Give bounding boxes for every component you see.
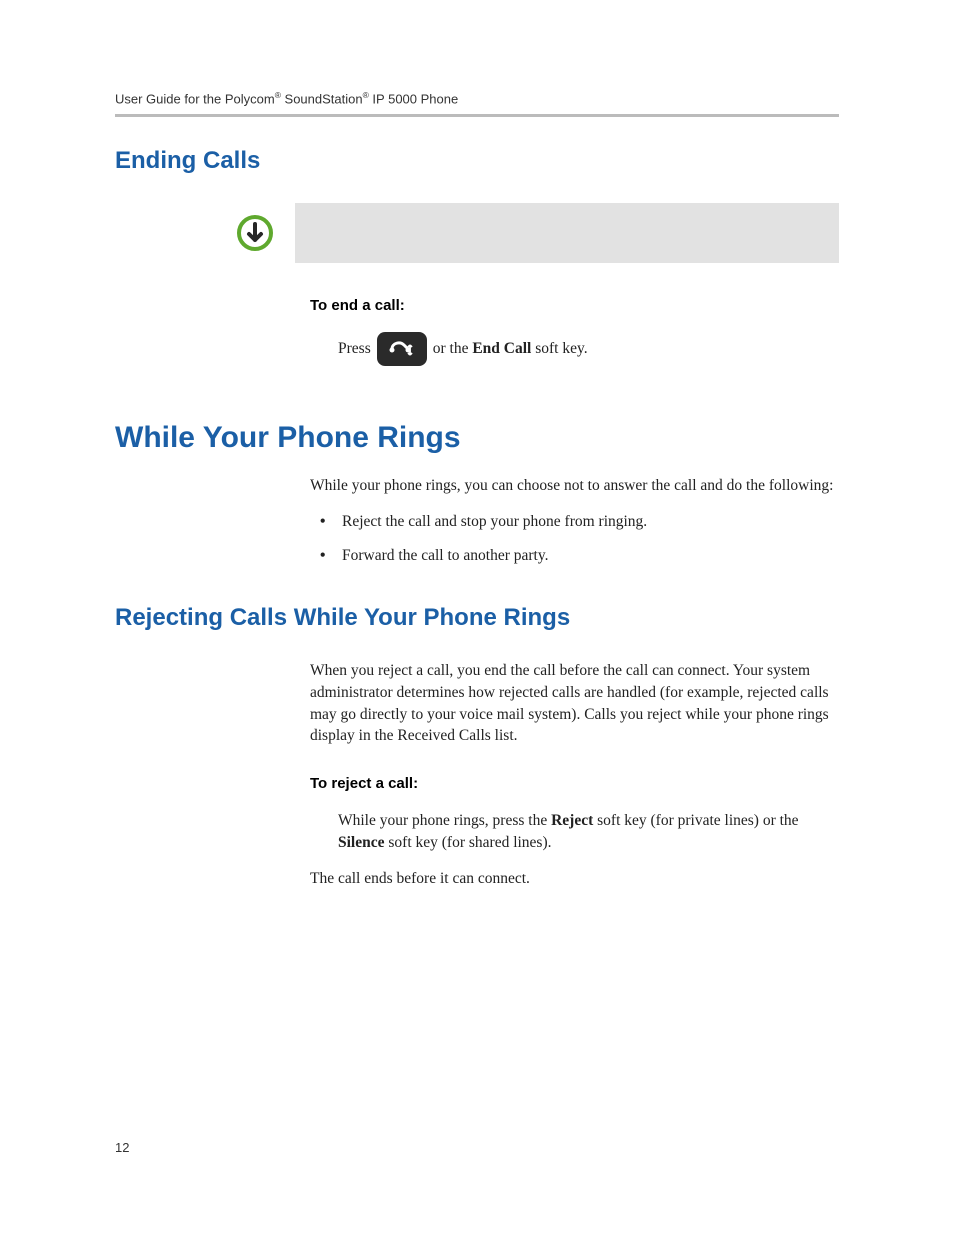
tip-arrow-icon (235, 213, 275, 253)
while-rings-body: While your phone rings, you can choose n… (310, 475, 839, 566)
while-rings-intro: While your phone rings, you can choose n… (310, 475, 839, 497)
document-page: User Guide for the Polycom® SoundStation… (0, 0, 954, 1235)
heading-rejecting-calls: Rejecting Calls While Your Phone Rings (115, 604, 839, 632)
list-item: Forward the call to another party. (320, 545, 839, 567)
heading-ending-calls: Ending Calls (115, 147, 839, 175)
hangup-button-icon (377, 332, 427, 366)
running-header: User Guide for the Polycom® SoundStation… (115, 90, 839, 106)
press-prefix: Press (338, 340, 371, 358)
step-heading-end-call: To end a call: (310, 297, 839, 314)
header-rule (115, 114, 839, 117)
reject-step-text: While your phone rings, press the Reject… (338, 810, 839, 853)
tip-callout (235, 203, 839, 263)
step-heading-reject-call: To reject a call: (310, 775, 839, 792)
reject-closing: The call ends before it can connect. (310, 868, 839, 890)
heading-while-phone-rings: While Your Phone Rings (115, 421, 839, 455)
ending-calls-steps: To end a call: Press or the End Call sof… (310, 297, 839, 366)
rejecting-body: When you reject a call, you end the call… (310, 660, 839, 889)
press-suffix: or the End Call soft key. (433, 340, 588, 358)
while-rings-bullets: Reject the call and stop your phone from… (320, 511, 839, 566)
page-number: 12 (115, 1140, 129, 1155)
rejecting-paragraph: When you reject a call, you end the call… (310, 660, 839, 747)
list-item: Reject the call and stop your phone from… (320, 511, 839, 533)
tip-content-box (295, 203, 839, 263)
press-instruction: Press or the End Call soft key. (338, 332, 839, 366)
